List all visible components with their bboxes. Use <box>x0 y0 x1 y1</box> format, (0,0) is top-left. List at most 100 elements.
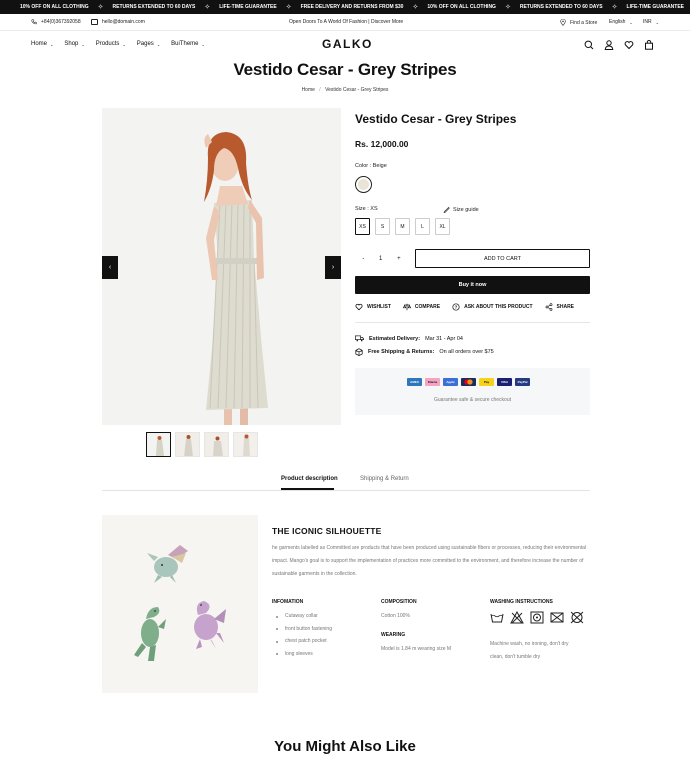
header-icons <box>584 40 654 50</box>
find-store-link[interactable]: Find a Store <box>560 19 597 26</box>
gallery-prev-button[interactable]: ‹ <box>102 256 118 279</box>
chevron-down-icon: ⌄ <box>50 41 54 47</box>
size-guide-link[interactable]: Size guide <box>443 206 479 213</box>
list-item: Cutaway collar <box>272 610 332 623</box>
no-tumble-dry-icon <box>570 611 584 624</box>
size-label: Size : XS <box>355 206 378 212</box>
ruler-pencil-icon <box>443 206 450 213</box>
nav-home[interactable]: Home ⌄ <box>31 41 53 47</box>
description-body: he garments labelled as Committed are pr… <box>272 545 587 577</box>
wishlist-button[interactable]: WISHLIST <box>355 303 391 311</box>
buy-now-button[interactable]: Buy it now <box>355 276 590 294</box>
breadcrumb-home[interactable]: Home <box>302 87 315 93</box>
compare-button[interactable]: COMPARE <box>402 303 440 311</box>
marquee-separator-icon: ✧ <box>97 4 104 11</box>
site-logo[interactable]: GALKO <box>322 37 373 51</box>
thumbnail[interactable] <box>146 432 171 457</box>
mastercard-icon <box>461 378 476 386</box>
size-option-l[interactable]: L <box>415 218 430 235</box>
divider <box>355 322 590 323</box>
active-tab-indicator <box>281 488 334 490</box>
svg-text:?: ? <box>455 305 458 310</box>
marquee-text: 10% OFF ON ALL CLOTHING <box>427 4 496 10</box>
pay-icon: Pay <box>479 378 494 386</box>
product-name: Vestido Cesar - Grey Stripes <box>355 112 517 126</box>
product-main-image[interactable]: ‹ › <box>102 108 341 425</box>
model-photo <box>102 108 341 425</box>
qty-increase-button[interactable]: + <box>397 256 401 262</box>
add-to-cart-button[interactable]: ADD TO CART <box>415 249 590 268</box>
share-icon <box>545 303 552 311</box>
visa-icon: VISA <box>497 378 512 386</box>
thumbnail[interactable] <box>204 432 229 457</box>
paypal-icon: PayPal <box>515 378 530 386</box>
marquee-separator-icon: ✧ <box>611 4 618 11</box>
search-icon[interactable] <box>584 40 594 50</box>
cart-bag-icon[interactable] <box>644 40 654 50</box>
nav-pages[interactable]: Pages ⌄ <box>137 41 160 47</box>
color-swatch-beige[interactable] <box>355 176 372 193</box>
currency-selector[interactable]: INR ⌄ <box>643 19 659 25</box>
email-contact[interactable]: hello@domain.com <box>91 19 145 25</box>
main-nav: Home ⌄ Shop ⌄ Products ⌄ Pages ⌄ BuiTheme ⌄ <box>31 41 205 47</box>
no-dry-clean-icon <box>550 612 564 623</box>
nav-shop[interactable]: Shop ⌄ <box>64 41 84 47</box>
washing-icons <box>490 611 584 624</box>
page-title: Vestido Cesar - Grey Stripes <box>233 60 457 79</box>
qty-value[interactable]: 1 <box>379 256 382 262</box>
payment-methods: AMEX Klarna Apple Pay VISA PayPal <box>407 378 530 386</box>
gallery-next-button[interactable]: › <box>325 256 341 279</box>
size-option-s[interactable]: S <box>375 218 390 235</box>
ask-question-button[interactable]: ? ASK ABOUT THIS PRODUCT <box>452 303 533 311</box>
washing-text-line-2: clean, don't tumble dry <box>490 654 541 660</box>
tab-product-description[interactable]: Product description <box>281 476 338 482</box>
share-button[interactable]: SHARE <box>545 303 574 311</box>
apple-pay-icon: Apple <box>443 378 458 386</box>
size-option-xl[interactable]: XL <box>435 218 450 235</box>
chevron-down-icon: ⌄ <box>122 41 126 47</box>
breadcrumb-current: Vestido Cesar - Grey Stripes <box>325 87 389 93</box>
nav-products[interactable]: Products ⌄ <box>96 41 126 47</box>
box-icon <box>355 348 363 356</box>
currency-value: INR <box>643 19 652 25</box>
top-announcement[interactable]: Open Doors To A World Of Fashion | Disco… <box>289 19 403 25</box>
size-option-m[interactable]: M <box>395 218 410 235</box>
secure-checkout-box: AMEX Klarna Apple Pay VISA PayPal Guaran… <box>355 368 590 415</box>
composition-heading: COMPOSITION <box>381 599 417 605</box>
tumble-dry-icon <box>530 611 544 624</box>
related-products-title: You Might Also Like <box>274 738 416 755</box>
size-options: XS S M L XL <box>355 218 450 235</box>
description-image <box>102 515 258 693</box>
product-tabs: Product description Shipping & Return <box>102 472 590 491</box>
description-title: THE ICONIC SILHOUETTE <box>272 526 382 536</box>
list-item: long sleeves <box>272 648 332 661</box>
language-selector[interactable]: English ⌄ <box>609 19 633 25</box>
thumbnail[interactable] <box>233 432 258 457</box>
mail-icon <box>91 19 98 25</box>
wearing-heading: WEARING <box>381 632 406 638</box>
breadcrumb-separator: / <box>319 87 321 93</box>
composition-value: Cotton 100% <box>381 613 410 619</box>
marquee-item: RETURNS EXTENDED TO 60 DAYS ✧ <box>113 3 211 11</box>
thumbnail[interactable] <box>175 432 200 457</box>
marquee-text: LIFE-TIME GUARANTEE <box>626 4 685 10</box>
marquee-text: 10% OFF ON ALL CLOTHING <box>20 4 89 10</box>
product-actions: WISHLIST COMPARE ? ASK ABOUT THIS PRODUC… <box>355 303 574 311</box>
info-list: Cutaway collar front button fastening ch… <box>272 610 332 660</box>
qty-decrease-button[interactable]: - <box>362 256 364 262</box>
size-guide-label: Size guide <box>453 206 479 213</box>
phone-contact[interactable]: +84(0)367392058 <box>31 19 81 25</box>
email-address: hello@domain.com <box>102 19 145 25</box>
list-item: chest patch pocket <box>272 635 332 648</box>
marquee-item: RETURNS EXTENDED TO 60 DAYS ✧ <box>520 3 618 11</box>
chevron-left-icon: ‹ <box>108 264 112 271</box>
tab-shipping-return[interactable]: Shipping & Return <box>360 476 409 482</box>
klarna-icon: Klarna <box>425 378 440 386</box>
chevron-down-icon: ⌄ <box>629 19 633 25</box>
nav-buitheme[interactable]: BuiTheme ⌄ <box>171 41 205 47</box>
heart-icon[interactable] <box>624 40 634 50</box>
find-store-label: Find a Store <box>570 19 598 26</box>
amex-icon: AMEX <box>407 378 422 386</box>
account-icon[interactable] <box>604 40 614 50</box>
size-option-xs[interactable]: XS <box>355 218 370 235</box>
